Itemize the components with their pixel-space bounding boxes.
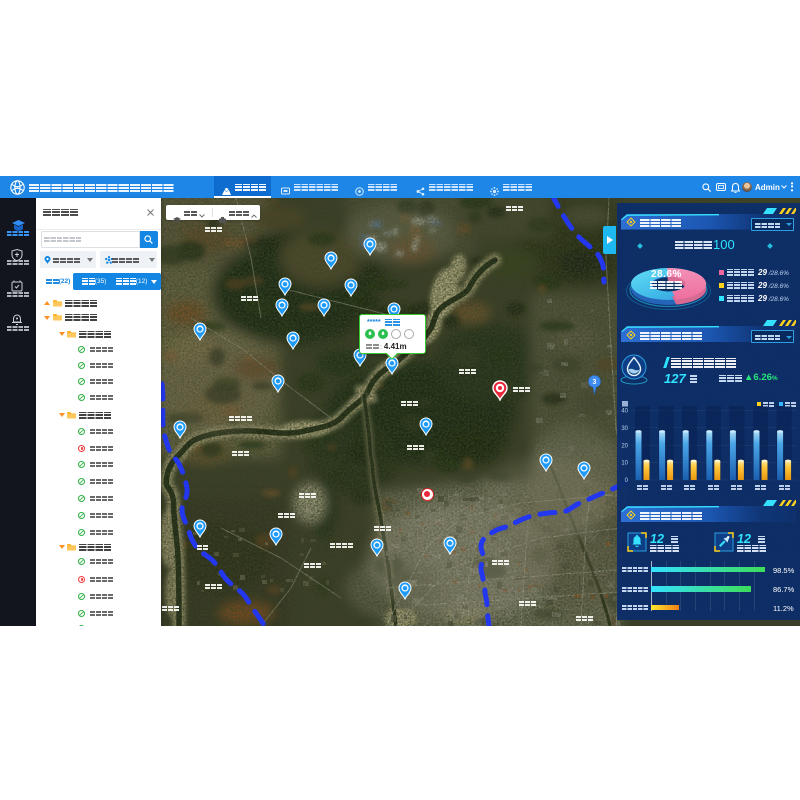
svg-text:10: 10 xyxy=(621,460,628,466)
svg-text:40: 40 xyxy=(621,408,628,414)
svg-text:0: 0 xyxy=(625,478,629,484)
svg-text:30: 30 xyxy=(621,425,628,431)
svg-text:3: 3 xyxy=(592,379,596,386)
svg-text:20: 20 xyxy=(621,443,628,449)
